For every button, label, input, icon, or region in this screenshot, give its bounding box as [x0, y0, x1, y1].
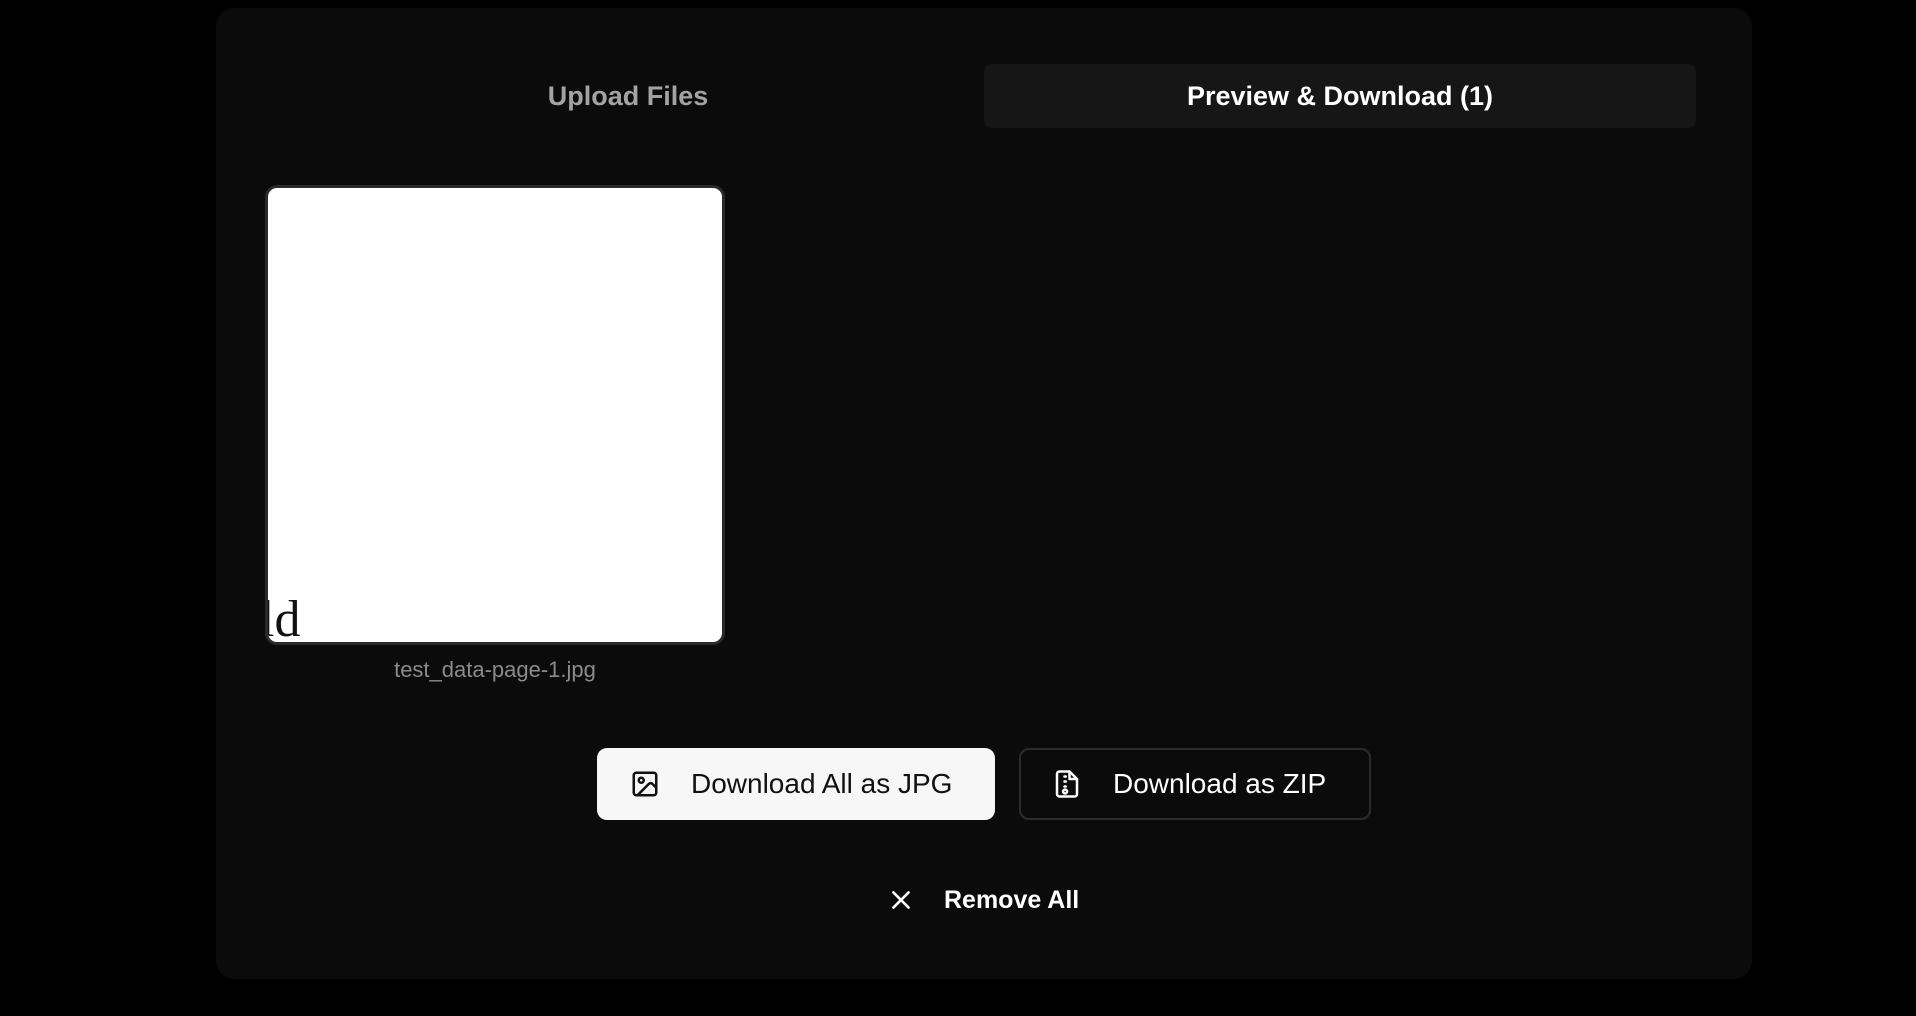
file-name-caption: test_data-page-1.jpg [394, 657, 596, 682]
close-icon [886, 885, 916, 915]
download-actions: Download All as JPG Download as ZIP [597, 748, 1371, 820]
tab-bar: Upload Files Preview & Download (1) [272, 64, 1696, 128]
image-icon [629, 768, 661, 800]
download-zip-label: Download as ZIP [1113, 768, 1327, 799]
download-jpg-button[interactable]: Download All as JPG [597, 748, 995, 820]
file-preview-card: ld test_data-page-1.jpg [265, 185, 725, 695]
image-thumbnail[interactable]: ld [265, 185, 725, 645]
converter-panel: Upload Files Preview & Download (1) ld t… [216, 8, 1752, 979]
thumbnail-content-text: ld [268, 591, 301, 645]
download-zip-button[interactable]: Download as ZIP [1019, 748, 1371, 820]
file-zip-icon [1051, 768, 1083, 800]
remove-all-button[interactable]: Remove All [886, 878, 1079, 922]
tab-preview-download[interactable]: Preview & Download (1) [984, 64, 1696, 128]
download-jpg-label: Download All as JPG [691, 768, 953, 799]
remove-all-label: Remove All [944, 885, 1080, 914]
tab-upload-files[interactable]: Upload Files [272, 64, 984, 128]
